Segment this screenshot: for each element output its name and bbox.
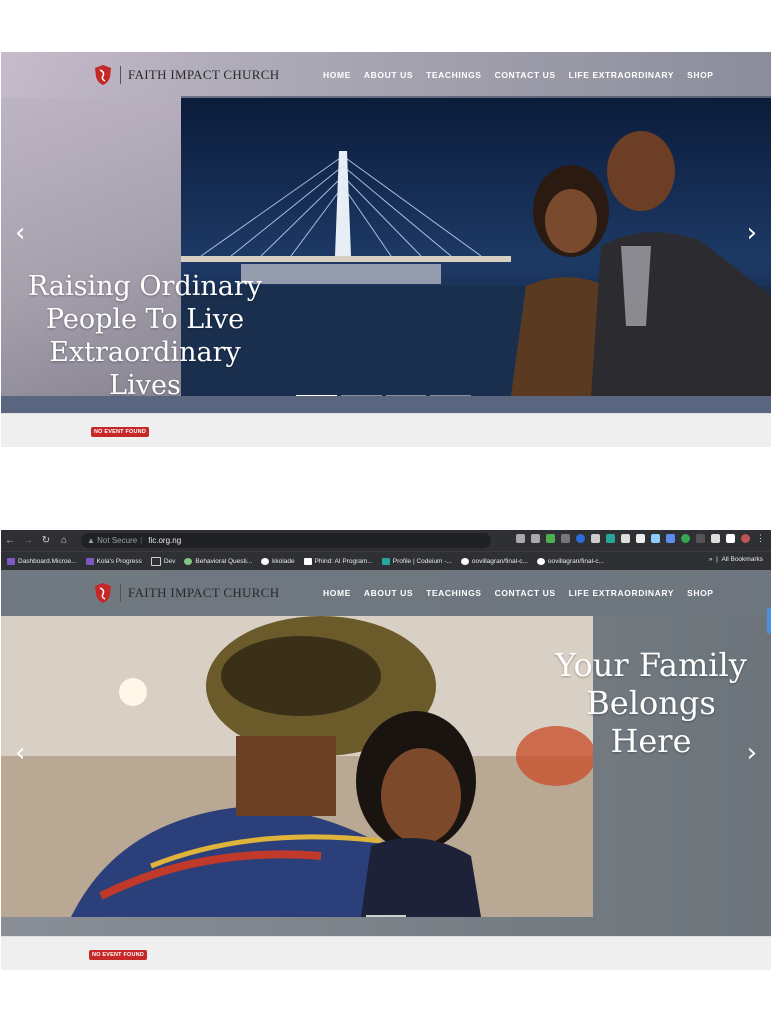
no-event-badge: NO EVENT FOUND: [91, 427, 149, 437]
logo-divider: [120, 584, 121, 602]
nav-teachings[interactable]: TEACHINGS: [426, 70, 481, 80]
extension-icon[interactable]: [666, 534, 675, 543]
scrollbar-thumb[interactable]: [767, 608, 771, 634]
avatar[interactable]: [741, 534, 750, 543]
sidepanel-icon[interactable]: [726, 534, 735, 543]
bookmark-favicon-icon: [184, 557, 193, 565]
warning-icon: ▲: [87, 536, 98, 545]
bookmark-item[interactable]: Dashboard.Microe...: [7, 557, 77, 565]
extension-icon[interactable]: [561, 534, 570, 543]
home-icon[interactable]: ⌂: [55, 535, 73, 546]
github-icon: [460, 557, 469, 565]
address-divider: |: [140, 536, 143, 545]
address-bar[interactable]: ▲ Not Secure | fic.org.ng: [81, 533, 491, 548]
bookmark-folder[interactable]: Dev: [150, 556, 175, 566]
next-slide-arrow-icon[interactable]: ›: [747, 220, 757, 246]
hero-tagline: Your Family Belongs Here: [541, 646, 761, 760]
slide-indicator-active[interactable]: [366, 915, 406, 917]
nav-home[interactable]: HOME: [323, 70, 351, 80]
extension-icon[interactable]: [606, 534, 615, 543]
main-nav: HOME ABOUT US TEACHINGS CONTACT US LIFE …: [323, 588, 714, 598]
church-shield-icon: [95, 583, 111, 603]
bookmarks-overflow-icon[interactable]: »: [709, 556, 713, 563]
extension-icon[interactable]: [621, 534, 630, 543]
bookmark-item[interactable]: Behavioral Questi...: [184, 557, 252, 565]
logo-divider: [120, 66, 121, 84]
nav-teachings[interactable]: TEACHINGS: [426, 588, 481, 598]
hero-tagline-line-2: People To Live: [45, 304, 245, 335]
browser-toolbar: ← → ↻ ⌂ ▲ Not Secure | fic.org.ng ⋮: [1, 530, 771, 551]
reload-icon[interactable]: ↻: [37, 535, 55, 546]
github-icon: [536, 557, 545, 565]
hero-tagline-line-1: Raising Ordinary: [27, 271, 263, 302]
bookmark-favicon-icon: [303, 557, 312, 565]
nav-home[interactable]: HOME: [323, 588, 351, 598]
screenshot-1: FAITH IMPACT CHURCH HOME ABOUT US TEACHI…: [1, 52, 771, 447]
all-bookmarks-label: All Bookmarks: [721, 556, 763, 563]
screenshot-2: ← → ↻ ⌂ ▲ Not Secure | fic.org.ng ⋮ Dash…: [1, 530, 771, 970]
hero-tagline: Raising Ordinary People To Live Extraord…: [11, 270, 279, 402]
url-host: fic.org.ng: [148, 536, 182, 545]
prev-slide-arrow-icon[interactable]: ‹: [15, 220, 25, 246]
bookmark-item[interactable]: Phind: AI Program...: [303, 557, 373, 565]
extension-icon[interactable]: [651, 534, 660, 543]
all-bookmarks[interactable]: » | All Bookmarks: [709, 556, 763, 563]
site-header: FAITH IMPACT CHURCH HOME ABOUT US TEACHI…: [1, 570, 771, 616]
extensions-area: ⋮: [516, 534, 765, 543]
events-strip: NO EVENT FOUND: [1, 413, 771, 447]
bookmark-favicon-icon: [381, 557, 390, 565]
site-header: FAITH IMPACT CHURCH HOME ABOUT US TEACHI…: [1, 52, 771, 98]
no-event-badge: NO EVENT FOUND: [89, 950, 147, 960]
forward-icon[interactable]: →: [19, 535, 37, 546]
church-shield-icon: [95, 65, 111, 85]
hero-tagline-line-1: Your Family: [555, 646, 747, 684]
bookmark-item[interactable]: Kola's Progress: [85, 557, 142, 565]
extension-icon[interactable]: [681, 534, 690, 543]
prev-slide-arrow-icon[interactable]: ‹: [15, 740, 25, 766]
extension-icon[interactable]: [636, 534, 645, 543]
back-icon[interactable]: ←: [1, 535, 19, 546]
folder-icon: [150, 556, 161, 566]
nav-life-extraordinary[interactable]: LIFE EXTRAORDINARY: [569, 70, 674, 80]
extension-icon[interactable]: [696, 534, 705, 543]
bookmark-item[interactable]: kkolade: [261, 557, 295, 565]
site-logo[interactable]: FAITH IMPACT CHURCH: [93, 64, 279, 86]
hero-tagline-line-3: Extraordinary Lives: [49, 337, 241, 401]
nav-shop[interactable]: SHOP: [687, 588, 714, 598]
github-icon: [261, 557, 270, 565]
extension-icon[interactable]: [591, 534, 600, 543]
extension-icon[interactable]: [576, 534, 585, 543]
bookmark-item[interactable]: oovillagran/final-c...: [460, 557, 528, 565]
events-strip: NO EVENT FOUND: [1, 936, 771, 970]
bookmark-item[interactable]: Profile | Codeium -...: [381, 557, 452, 565]
nav-shop[interactable]: SHOP: [687, 70, 714, 80]
bookmark-star-icon[interactable]: [531, 534, 540, 543]
bookmark-item[interactable]: oovillagran/final-c...: [536, 557, 604, 565]
hero-tagline-line-2: Belongs Here: [586, 684, 716, 760]
site-logo[interactable]: FAITH IMPACT CHURCH: [93, 582, 279, 604]
logo-text: FAITH IMPACT CHURCH: [128, 67, 280, 82]
bookmarks-bar: Dashboard.Microe... Kola's Progress Dev …: [1, 551, 771, 570]
security-label: Not Secure: [97, 536, 138, 545]
logo-text: FAITH IMPACT CHURCH: [128, 585, 280, 600]
puzzle-icon[interactable]: [711, 534, 720, 543]
hero-photo-family: [1, 616, 593, 917]
nav-about-us[interactable]: ABOUT US: [364, 588, 413, 598]
nav-contact-us[interactable]: CONTACT US: [495, 70, 556, 80]
share-icon[interactable]: [516, 534, 525, 543]
bookmark-favicon-icon: [85, 557, 94, 565]
kebab-menu-icon[interactable]: ⋮: [756, 534, 765, 543]
extension-icon[interactable]: [546, 534, 555, 543]
nav-contact-us[interactable]: CONTACT US: [495, 588, 556, 598]
main-nav: HOME ABOUT US TEACHINGS CONTACT US LIFE …: [323, 70, 714, 80]
nav-about-us[interactable]: ABOUT US: [364, 70, 413, 80]
bookmark-favicon-icon: [7, 557, 15, 565]
nav-life-extraordinary[interactable]: LIFE EXTRAORDINARY: [569, 588, 674, 598]
